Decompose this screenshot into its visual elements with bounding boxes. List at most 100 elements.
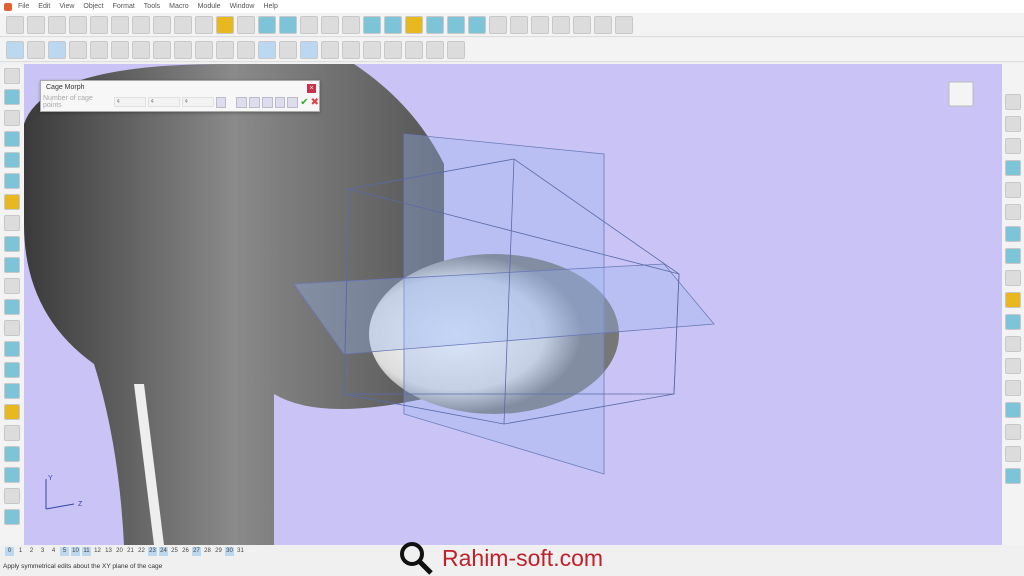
layer-21[interactable]: 21 bbox=[126, 547, 135, 556]
tool-button[interactable] bbox=[4, 215, 20, 231]
bounding-box-icon[interactable] bbox=[249, 96, 260, 108]
tool-button[interactable] bbox=[4, 278, 20, 294]
tool-button[interactable] bbox=[132, 15, 150, 34]
tool-button[interactable] bbox=[4, 467, 20, 483]
tool-button[interactable] bbox=[174, 15, 192, 34]
tool-button[interactable] bbox=[447, 15, 465, 34]
tool-button[interactable] bbox=[258, 40, 276, 59]
tool-button[interactable] bbox=[48, 15, 66, 34]
tool-button[interactable] bbox=[6, 40, 24, 59]
tool-button[interactable] bbox=[4, 383, 20, 399]
layer-28[interactable]: 28 bbox=[203, 547, 212, 556]
tool-button[interactable] bbox=[4, 320, 20, 336]
tool-button[interactable] bbox=[90, 40, 108, 59]
layer-12[interactable]: 12 bbox=[93, 547, 102, 556]
menu-file[interactable]: File bbox=[18, 3, 29, 10]
menu-window[interactable]: Window bbox=[230, 3, 255, 10]
tool-button[interactable] bbox=[237, 40, 255, 59]
tool-button[interactable] bbox=[69, 15, 87, 34]
tool-button[interactable] bbox=[216, 40, 234, 59]
tool-button[interactable] bbox=[300, 40, 318, 59]
layer-30[interactable]: 30 bbox=[225, 546, 234, 556]
tool-button[interactable] bbox=[153, 40, 171, 59]
axis-icon[interactable] bbox=[236, 96, 247, 108]
tool-button[interactable] bbox=[27, 40, 45, 59]
menu-module[interactable]: Module bbox=[198, 3, 221, 10]
tool-button[interactable] bbox=[111, 15, 129, 34]
tool-button[interactable] bbox=[615, 15, 633, 34]
layer-1[interactable]: 1 bbox=[16, 547, 25, 556]
tool-button[interactable] bbox=[342, 15, 360, 34]
tool-button[interactable] bbox=[405, 40, 423, 59]
cage-points-x[interactable] bbox=[113, 97, 146, 107]
tool-button[interactable] bbox=[1005, 138, 1021, 154]
tool-button[interactable] bbox=[384, 40, 402, 59]
tool-button[interactable] bbox=[195, 40, 213, 59]
tool-button[interactable] bbox=[4, 509, 20, 525]
menu-view[interactable]: View bbox=[59, 3, 74, 10]
tool-button[interactable] bbox=[237, 15, 255, 34]
tool-button[interactable] bbox=[4, 110, 20, 126]
tool-button[interactable] bbox=[4, 446, 20, 462]
tool-button[interactable] bbox=[195, 15, 213, 34]
tool-button[interactable] bbox=[1005, 358, 1021, 374]
layer-20[interactable]: 20 bbox=[115, 547, 124, 556]
menu-object[interactable]: Object bbox=[83, 3, 103, 10]
tool-button[interactable] bbox=[342, 40, 360, 59]
layer-4[interactable]: 4 bbox=[49, 547, 58, 556]
close-button[interactable]: × bbox=[307, 84, 316, 93]
tool-button[interactable] bbox=[594, 15, 612, 34]
tool-button[interactable] bbox=[1005, 468, 1021, 484]
tool-button[interactable] bbox=[4, 152, 20, 168]
tool-button[interactable] bbox=[174, 40, 192, 59]
tool-button[interactable] bbox=[510, 15, 528, 34]
tool-button[interactable] bbox=[321, 40, 339, 59]
tool-button[interactable] bbox=[258, 15, 276, 34]
ok-button[interactable]: ✔ bbox=[300, 97, 308, 108]
layer-11[interactable]: 11 bbox=[82, 546, 91, 556]
tool-button[interactable] bbox=[1005, 248, 1021, 264]
tool-button[interactable] bbox=[279, 40, 297, 59]
tool-button[interactable] bbox=[1005, 424, 1021, 440]
menu-macro[interactable]: Macro bbox=[169, 3, 188, 10]
tool-button[interactable] bbox=[405, 15, 423, 34]
tool-button[interactable] bbox=[1005, 182, 1021, 198]
tool-button[interactable] bbox=[1005, 402, 1021, 418]
tool-button[interactable] bbox=[447, 40, 465, 59]
cancel-button[interactable]: ✖ bbox=[311, 97, 319, 108]
tool-button[interactable] bbox=[1005, 380, 1021, 396]
layer-24[interactable]: 24 bbox=[159, 546, 168, 556]
menu-tools[interactable]: Tools bbox=[144, 3, 160, 10]
tool-button[interactable] bbox=[426, 15, 444, 34]
tool-button[interactable] bbox=[1005, 270, 1021, 286]
lock-icon[interactable] bbox=[215, 96, 227, 108]
tool-button[interactable] bbox=[1005, 226, 1021, 242]
tool-button[interactable] bbox=[363, 40, 381, 59]
tool-button[interactable] bbox=[90, 15, 108, 34]
tool-button[interactable] bbox=[552, 15, 570, 34]
tool-button[interactable] bbox=[300, 15, 318, 34]
tool-button[interactable] bbox=[4, 299, 20, 315]
cage-points-z[interactable] bbox=[181, 97, 214, 107]
tool-button[interactable] bbox=[1005, 446, 1021, 462]
tool-button[interactable] bbox=[48, 40, 66, 59]
tool-button[interactable] bbox=[132, 40, 150, 59]
layer-25[interactable]: 25 bbox=[170, 547, 179, 556]
3d-viewport[interactable]: Y Z bbox=[24, 64, 1002, 545]
tool-button[interactable] bbox=[4, 425, 20, 441]
tool-button[interactable] bbox=[4, 488, 20, 504]
tool-button[interactable] bbox=[321, 15, 339, 34]
layer-2[interactable]: 2 bbox=[27, 547, 36, 556]
tool-button[interactable] bbox=[1005, 292, 1021, 308]
layer-3[interactable]: 3 bbox=[38, 547, 47, 556]
tool-button[interactable] bbox=[1005, 204, 1021, 220]
symmetry-xy-icon[interactable] bbox=[261, 96, 273, 108]
layer-23[interactable]: 23 bbox=[148, 546, 157, 556]
tool-button[interactable] bbox=[489, 15, 507, 34]
tool-button[interactable] bbox=[426, 40, 444, 59]
tool-button[interactable] bbox=[153, 15, 171, 34]
tool-button[interactable] bbox=[1005, 116, 1021, 132]
cage-points-y[interactable] bbox=[147, 97, 180, 107]
tool-button[interactable] bbox=[363, 15, 381, 34]
tool-button[interactable] bbox=[111, 40, 129, 59]
